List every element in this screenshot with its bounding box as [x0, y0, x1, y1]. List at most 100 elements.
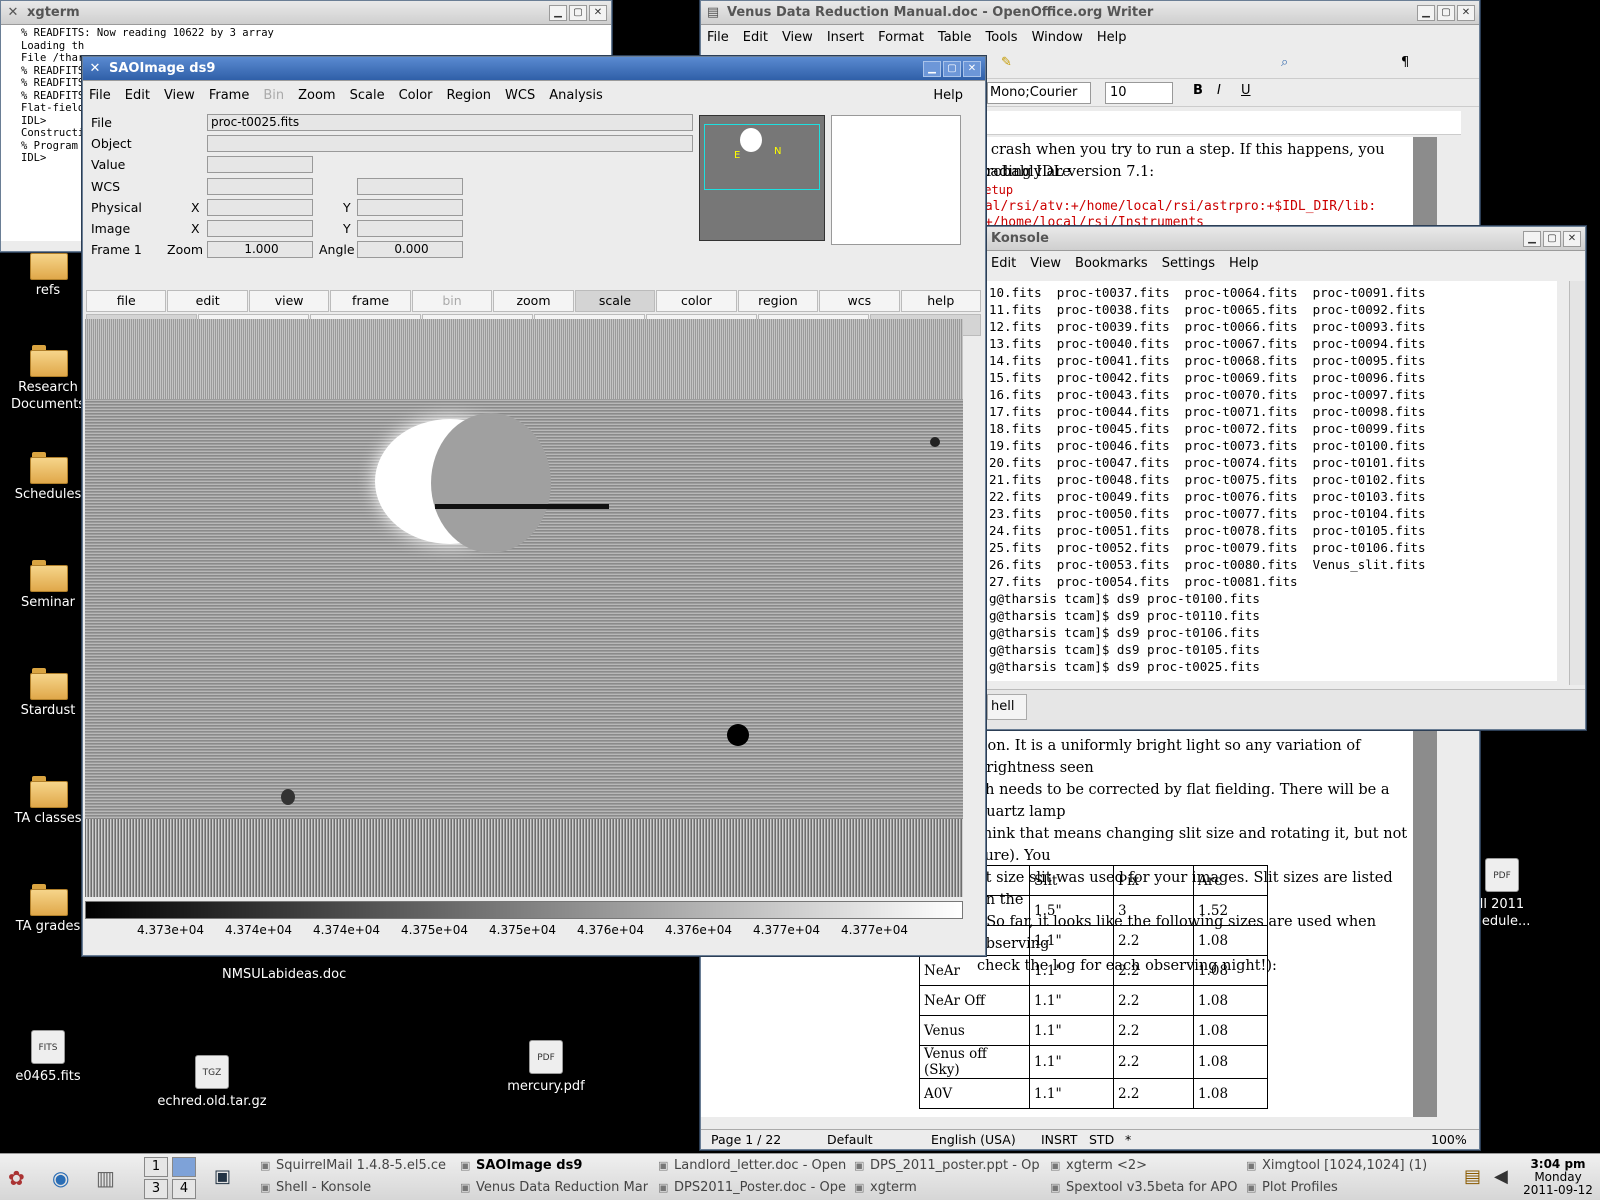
- ds9-menu-zoom[interactable]: Zoom: [298, 88, 335, 103]
- task-ds9[interactable]: SAOImage ds9: [458, 1156, 648, 1176]
- ds9-menu-help[interactable]: Help: [933, 88, 963, 103]
- writer-menu-view[interactable]: View: [782, 30, 813, 45]
- ds9-menu-edit[interactable]: Edit: [125, 88, 150, 103]
- pager-desktop-4[interactable]: 4: [172, 1179, 196, 1199]
- xgterm-titlebar[interactable]: ✕ xgterm ▁ ▢ ✕: [1, 1, 611, 25]
- maximize-button[interactable]: ▢: [1543, 230, 1561, 247]
- writer-titlebar[interactable]: ▤ Venus Data Reduction Manual.doc - Open…: [701, 1, 1479, 25]
- file-manager-icon[interactable]: ▥: [96, 1166, 115, 1190]
- close-button[interactable]: ✕: [589, 4, 607, 21]
- konsole-menu-help[interactable]: Help: [1229, 256, 1259, 271]
- ds9-menu-frame[interactable]: Frame: [209, 88, 250, 103]
- table-cell: Arc: [1193, 865, 1268, 896]
- table-cell: 2.2: [1113, 925, 1194, 956]
- doc-body-line: tion. It is a uniformly bright light so …: [977, 738, 1361, 776]
- pilcrow-icon[interactable]: ¶: [1401, 55, 1409, 70]
- task-xgterm-2[interactable]: xgterm <2>: [1048, 1156, 1238, 1176]
- konsole-line: g@tharsis tcam]$ ds9 proc-t0105.fits: [989, 642, 1260, 657]
- maximize-button[interactable]: ▢: [1437, 4, 1455, 21]
- task-landlord-letter[interactable]: Landlord_letter.doc - Open: [656, 1156, 846, 1176]
- btn-region[interactable]: region: [737, 290, 819, 312]
- volume-icon[interactable]: ◀: [1494, 1166, 1508, 1187]
- minimize-button[interactable]: ▁: [923, 60, 941, 77]
- find-icon[interactable]: ⌕: [1281, 55, 1288, 70]
- browser-icon[interactable]: ◉: [52, 1166, 69, 1190]
- task-dps-poster-ppt[interactable]: DPS_2011_poster.ppt - Op: [852, 1156, 1042, 1176]
- ds9-menu-view[interactable]: View: [164, 88, 195, 103]
- close-button[interactable]: ✕: [1457, 4, 1475, 21]
- btn-zoom[interactable]: zoom: [493, 290, 574, 312]
- konsole-menu-edit[interactable]: Edit: [991, 256, 1016, 271]
- task-plot-profiles[interactable]: Plot Profiles: [1244, 1178, 1444, 1198]
- bold-button[interactable]: B: [1193, 83, 1203, 98]
- underline-button[interactable]: U: [1241, 83, 1251, 98]
- ds9-titlebar[interactable]: ✕ SAOImage ds9 ▁ ▢ ✕: [83, 57, 985, 81]
- minimize-button[interactable]: ▁: [549, 4, 567, 21]
- ds9-menu-analysis[interactable]: Analysis: [549, 88, 603, 103]
- konsole-menu-view[interactable]: View: [1030, 256, 1061, 271]
- writer-menu-help[interactable]: Help: [1097, 30, 1127, 45]
- ds9-menu-file[interactable]: File: [89, 88, 111, 103]
- task-konsole[interactable]: Shell - Konsole: [258, 1178, 448, 1198]
- writer-menu-file[interactable]: File: [707, 30, 729, 45]
- desktop-icon-fits[interactable]: FITS e0465.fits: [0, 1030, 96, 1085]
- ds9-menu-region[interactable]: Region: [447, 88, 492, 103]
- task-ximgtool[interactable]: Ximgtool [1024,1024] (1): [1244, 1156, 1444, 1176]
- pager-desktop-1[interactable]: 1: [144, 1157, 168, 1177]
- italic-button[interactable]: I: [1217, 83, 1221, 98]
- minimize-button[interactable]: ▁: [1523, 230, 1541, 247]
- konsole-titlebar[interactable]: Konsole ▁ ▢ ✕: [987, 227, 1585, 251]
- maximize-button[interactable]: ▢: [569, 4, 587, 21]
- task-dps-poster-doc[interactable]: DPS2011_Poster.doc - Ope: [656, 1178, 846, 1198]
- ds9-menu-wcs[interactable]: WCS: [505, 88, 535, 103]
- writer-menu-edit[interactable]: Edit: [743, 30, 768, 45]
- konsole-menu-settings[interactable]: Settings: [1162, 256, 1215, 271]
- panner-view-box[interactable]: [704, 124, 820, 190]
- font-name-box[interactable]: Mono;Courier: [987, 82, 1091, 104]
- btn-color[interactable]: color: [656, 290, 737, 312]
- writer-menu-table[interactable]: Table: [938, 30, 972, 45]
- writer-menu-window[interactable]: Window: [1032, 30, 1083, 45]
- konsole-scrollbar[interactable]: [1569, 281, 1585, 685]
- start-menu-icon[interactable]: ✿: [8, 1166, 25, 1190]
- folder-icon: [30, 345, 68, 377]
- konsole-terminal[interactable]: 10.fits proc-t0037.fits proc-t0064.fits …: [987, 281, 1557, 681]
- clipboard-icon[interactable]: ▤: [1464, 1166, 1481, 1187]
- pager-desktop-2[interactable]: [172, 1157, 196, 1177]
- btn-edit[interactable]: edit: [167, 290, 248, 312]
- font-size-box[interactable]: 10: [1105, 82, 1173, 104]
- ds9-menu-scale[interactable]: Scale: [350, 88, 385, 103]
- ds9-image-canvas[interactable]: [85, 319, 963, 897]
- status-zoom[interactable]: 100%: [1431, 1130, 1467, 1149]
- panner[interactable]: E N: [699, 115, 825, 241]
- btn-scale[interactable]: scale: [574, 290, 656, 312]
- close-button[interactable]: ✕: [963, 60, 981, 77]
- writer-menu-insert[interactable]: Insert: [827, 30, 864, 45]
- task-spextool[interactable]: Spextool v3.5beta for APO: [1048, 1178, 1238, 1198]
- btn-file[interactable]: file: [86, 290, 167, 312]
- clock[interactable]: 3:04 pm Monday 2011-09-12: [1520, 1158, 1596, 1197]
- task-venus-manual[interactable]: Venus Data Reduction Mar: [458, 1178, 648, 1198]
- btn-help[interactable]: help: [900, 290, 981, 312]
- paste-icon[interactable]: ✎: [1001, 55, 1012, 70]
- colorbar[interactable]: [85, 901, 963, 919]
- konsole-tab-shell[interactable]: hell: [987, 694, 1027, 720]
- terminal-launcher-icon[interactable]: ▣: [214, 1166, 231, 1187]
- konsole-menu-bookmarks[interactable]: Bookmarks: [1075, 256, 1148, 271]
- desktop-icon-mercury[interactable]: PDF mercury.pdf: [498, 1040, 594, 1095]
- minimize-button[interactable]: ▁: [1417, 4, 1435, 21]
- writer-menu-format[interactable]: Format: [878, 30, 924, 45]
- close-button[interactable]: ✕: [1563, 230, 1581, 247]
- btn-frame[interactable]: frame: [330, 290, 411, 312]
- writer-menu-tools[interactable]: Tools: [986, 30, 1018, 45]
- btn-view[interactable]: view: [248, 290, 330, 312]
- desktop-icon-nmsulab[interactable]: NMSULabideas.doc: [222, 966, 346, 983]
- maximize-button[interactable]: ▢: [943, 60, 961, 77]
- task-squirrelmail[interactable]: SquirrelMail 1.4.8-5.el5.ce: [258, 1156, 448, 1176]
- pager-desktop-3[interactable]: 3: [144, 1179, 168, 1199]
- btn-wcs[interactable]: wcs: [819, 290, 900, 312]
- desktop-icon-archive[interactable]: TGZ echred.old.tar.gz: [152, 1055, 272, 1110]
- task-xgterm[interactable]: xgterm: [852, 1178, 1042, 1198]
- konsole-line: 15.fits proc-t0042.fits proc-t0069.fits …: [989, 370, 1426, 385]
- ds9-menu-color[interactable]: Color: [399, 88, 433, 103]
